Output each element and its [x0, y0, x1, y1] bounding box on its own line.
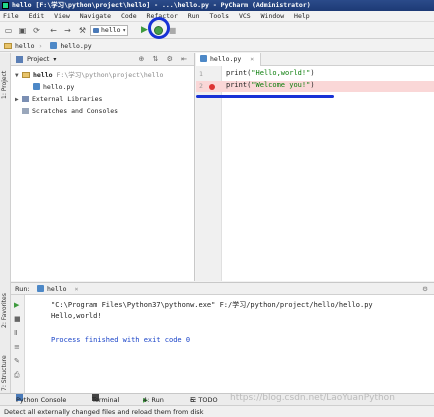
build-hammer-icon[interactable]: ⚒	[77, 25, 88, 36]
pin-icon[interactable]: ✎	[14, 357, 20, 365]
run-configuration-select[interactable]: hello ▾	[90, 25, 128, 36]
status-bar: Detect all externally changed files and …	[0, 405, 434, 417]
watermark-text: https://blog.csdn.net/LaoYuanPython	[230, 393, 395, 403]
annotation-underline	[196, 95, 334, 98]
status-message: Detect all externally changed files and …	[4, 408, 204, 416]
main-toolbar: ▭ ▣ ⟳ ← → ⚒ hello ▾ ▶ ■	[0, 22, 434, 39]
left-tool-strip: 1: Project 2: Favorites 7: Structure	[0, 53, 11, 406]
project-panel: Project ▾ ⊕ ⇅ ⚙ ⇤ ▼ hello F:\学习\python\pr…	[11, 53, 195, 281]
tree-root-name: hello	[33, 71, 53, 79]
menu-window[interactable]: Window	[258, 11, 287, 22]
back-arrow-icon[interactable]: ←	[48, 25, 59, 36]
annotation-circle	[148, 17, 170, 39]
expand-arrow-icon[interactable]: ▼	[15, 70, 22, 81]
editor-gutter	[196, 66, 222, 281]
code-editor: hello.py × 1 2 print("Hello,world!") pri…	[196, 53, 434, 281]
print-icon[interactable]: ⎙	[14, 371, 20, 380]
tree-external-label: External Libraries	[32, 95, 103, 103]
tab-project-vertical[interactable]: 1: Project	[1, 61, 10, 109]
code-line-2[interactable]: print("Welcome you!")	[226, 80, 315, 91]
menu-vcs[interactable]: VCS	[236, 11, 254, 22]
run-tab-hello[interactable]: hello ×	[37, 283, 78, 295]
run-config-label: hello	[101, 26, 121, 34]
gear-icon[interactable]: ⚙	[422, 283, 428, 295]
library-icon	[22, 96, 29, 102]
menu-help[interactable]: Help	[291, 11, 313, 22]
scratches-icon	[22, 108, 29, 114]
folder-icon	[22, 72, 30, 78]
forward-arrow-icon[interactable]: →	[62, 25, 73, 36]
menu-run[interactable]: Run	[185, 11, 203, 22]
run-panel-header: Run: hello × ⚙	[11, 283, 434, 295]
tab-structure-vertical[interactable]: 7: Structure	[1, 348, 10, 398]
menu-bar: File Edit View Navigate Code Refactor Ru…	[0, 11, 434, 22]
collapse-arrow-icon[interactable]: ▶	[15, 94, 22, 105]
chevron-down-icon: ▾	[122, 27, 126, 34]
python-file-icon	[50, 42, 58, 49]
line-number: 1	[199, 70, 203, 78]
close-icon[interactable]: ×	[250, 55, 254, 63]
tab-favorites-vertical[interactable]: 2: Favorites	[1, 281, 10, 341]
python-file-icon	[33, 83, 40, 90]
breadcrumb-separator: ›	[38, 42, 43, 50]
close-icon[interactable]: ×	[75, 285, 79, 293]
menu-view[interactable]: View	[51, 11, 73, 22]
python-file-icon	[37, 285, 44, 292]
tree-file-name: hello.py	[43, 83, 75, 91]
soft-wrap-icon[interactable]: ≡	[14, 343, 20, 351]
line-number: 2	[199, 82, 203, 90]
tree-scratches-label: Scratches and Consoles	[32, 107, 119, 115]
tree-root-path: F:\学习\python\project\hello	[56, 71, 164, 79]
menu-file[interactable]: File	[0, 11, 22, 22]
menu-tools[interactable]: Tools	[206, 11, 232, 22]
tree-scratches[interactable]: Scratches and Consoles	[22, 106, 118, 117]
menu-navigate[interactable]: Navigate	[77, 11, 114, 22]
breadcrumb-file[interactable]: hello.py	[60, 42, 91, 50]
console-command: "C:\Program Files\Python37\pythonw.exe" …	[51, 301, 373, 309]
editor-tab-hello[interactable]: hello.py ×	[196, 53, 262, 66]
code-line-1[interactable]: print("Hello,world!")	[226, 68, 315, 79]
chevron-down-icon[interactable]: ▾	[53, 56, 56, 63]
panel-tools[interactable]: ⊕ ⇅ ⚙ ⇤	[138, 53, 190, 66]
rerun-icon[interactable]: ▶	[14, 301, 19, 309]
run-toolbar: ▶ ■ Ⅱ ≡ ✎ ⎙	[11, 295, 25, 394]
project-panel-title[interactable]: Project	[27, 55, 49, 63]
project-panel-header: Project ▾ ⊕ ⇅ ⚙ ⇤	[11, 53, 194, 66]
save-all-icon[interactable]: ▣	[17, 25, 28, 36]
run-play-icon[interactable]: ▶	[141, 25, 148, 36]
run-label: Run:	[15, 285, 30, 293]
folder-icon	[4, 43, 12, 49]
project-icon	[16, 56, 23, 63]
sync-icon[interactable]: ⟳	[31, 25, 42, 36]
window-title: hello [F:\学习\python\project\hello] - ...…	[12, 1, 311, 9]
menu-code[interactable]: Code	[118, 11, 140, 22]
tree-external-libraries[interactable]: ▶ External Libraries	[15, 94, 102, 105]
pause-icon[interactable]: Ⅱ	[14, 329, 17, 337]
window-title-bar: hello [F:\学习\python\project\hello] - ...…	[0, 0, 434, 11]
tree-root[interactable]: ▼ hello F:\学习\python\project\hello	[15, 70, 163, 81]
menu-edit[interactable]: Edit	[26, 11, 48, 22]
python-file-icon	[200, 55, 207, 62]
python-icon	[93, 28, 99, 33]
run-panel: Run: hello × ⚙ ▶ ■ Ⅱ ≡ ✎ ⎙ "C:\Program F…	[11, 282, 434, 394]
tree-file[interactable]: hello.py	[33, 82, 74, 93]
console-output: Hello,world!	[51, 312, 102, 320]
console-exit-message: Process finished with exit code 0	[51, 336, 191, 344]
pycharm-icon	[2, 2, 9, 9]
editor-tab-label: hello.py	[210, 55, 242, 63]
run-tab-label: hello	[47, 285, 67, 293]
stop-icon[interactable]: ■	[14, 315, 21, 323]
breadcrumb: hello › hello.py	[0, 40, 434, 52]
breadcrumb-project[interactable]: hello	[15, 42, 35, 50]
editor-tab-bar: hello.py ×	[196, 53, 434, 66]
breakpoint-icon[interactable]	[209, 84, 215, 90]
open-folder-icon[interactable]: ▭	[3, 25, 14, 36]
